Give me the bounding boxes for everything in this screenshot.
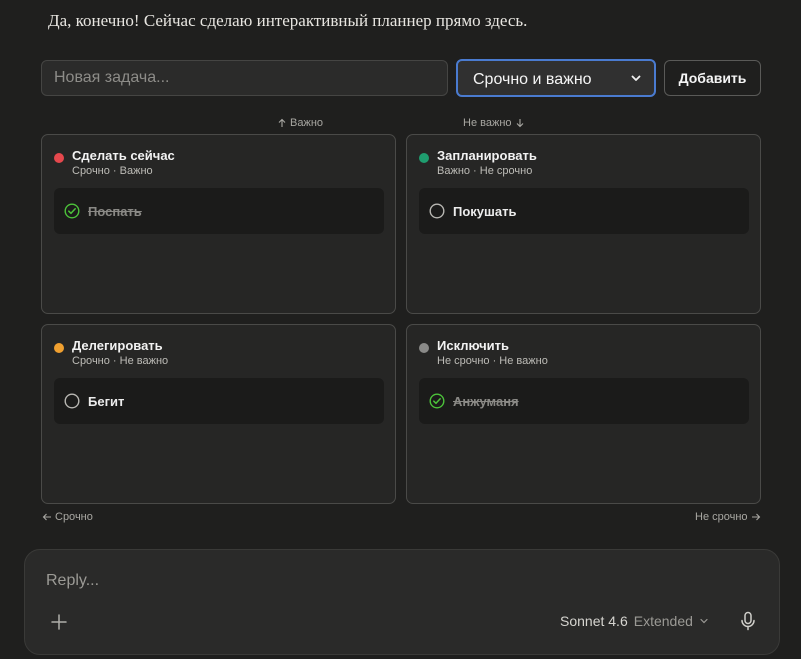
arrow-right-icon [751,513,760,521]
checked-circle-icon[interactable] [429,393,445,409]
quadrant-delegate: Делегировать Срочно · Не важно Бегит [41,324,396,504]
quadrant-title: Запланировать [437,148,537,163]
priority-select[interactable]: Срочно и важно [456,59,656,97]
quadrant-color-dot [54,343,64,353]
task-item[interactable]: Бегит [54,378,384,424]
quadrant-schedule: Запланировать Важно · Не срочно Покушать [406,134,761,314]
task-item[interactable]: Анжуманя [419,378,749,424]
add-task-button[interactable]: Добавить [664,60,761,96]
quadrant-title: Исключить [437,338,510,353]
chevron-down-icon [631,75,641,81]
microphone-icon[interactable] [739,611,757,631]
unchecked-circle-icon[interactable] [64,393,80,409]
unchecked-circle-icon[interactable] [429,203,445,219]
quadrant-subtitle: Срочно · Не важно [72,355,169,367]
arrow-up-icon [278,118,286,127]
quadrant-subtitle: Срочно · Важно [72,165,153,177]
axis-not-important-label: Не важно [463,117,512,129]
task-item[interactable]: Покушать [419,188,749,234]
quadrant-title: Делегировать [72,338,163,353]
new-task-input[interactable] [41,60,448,96]
arrow-left-icon [42,513,51,521]
task-label: Покушать [453,203,517,219]
assistant-message: Да, конечно! Сейчас сделаю интерактивный… [48,11,528,30]
quadrant-color-dot [419,343,429,353]
model-name: Sonnet 4.6 [560,613,628,629]
axis-not-urgent-label: Не срочно [695,511,748,523]
model-mode: Extended [633,613,693,629]
arrow-down-icon [516,119,523,128]
task-label: Анжуманя [453,393,519,409]
quadrant-color-dot [54,153,64,163]
quadrant-eliminate: Исключить Не срочно · Не важно Анжуманя [406,324,761,504]
quadrant-do-now: Сделать сейчас Срочно · Важно Поспать [41,134,396,314]
chevron-down-icon [700,618,708,624]
task-label: Поспать [88,203,142,219]
axis-urgent-label: Срочно [55,511,93,523]
priority-selected-value: Срочно и важно [473,71,592,88]
checked-circle-icon[interactable] [64,203,80,219]
axis-urgent: Срочно [42,511,93,523]
task-label: Бегит [88,393,125,409]
axis-not-important: Не важно [463,117,525,129]
quadrant-title: Сделать сейчас [72,148,175,163]
quadrant-color-dot [419,153,429,163]
quadrant-subtitle: Важно · Не срочно [437,165,533,177]
axis-important: Важно [277,117,323,129]
axis-not-urgent: Не срочно [695,511,761,523]
plus-icon[interactable] [49,612,69,632]
task-item[interactable]: Поспать [54,188,384,234]
axis-important-label: Важно [290,117,324,129]
model-selector[interactable]: Sonnet 4.6 Extended [560,613,709,629]
quadrant-subtitle: Не срочно · Не важно [437,355,548,367]
reply-input[interactable] [46,572,646,590]
reply-composer: Sonnet 4.6 Extended [24,549,780,655]
